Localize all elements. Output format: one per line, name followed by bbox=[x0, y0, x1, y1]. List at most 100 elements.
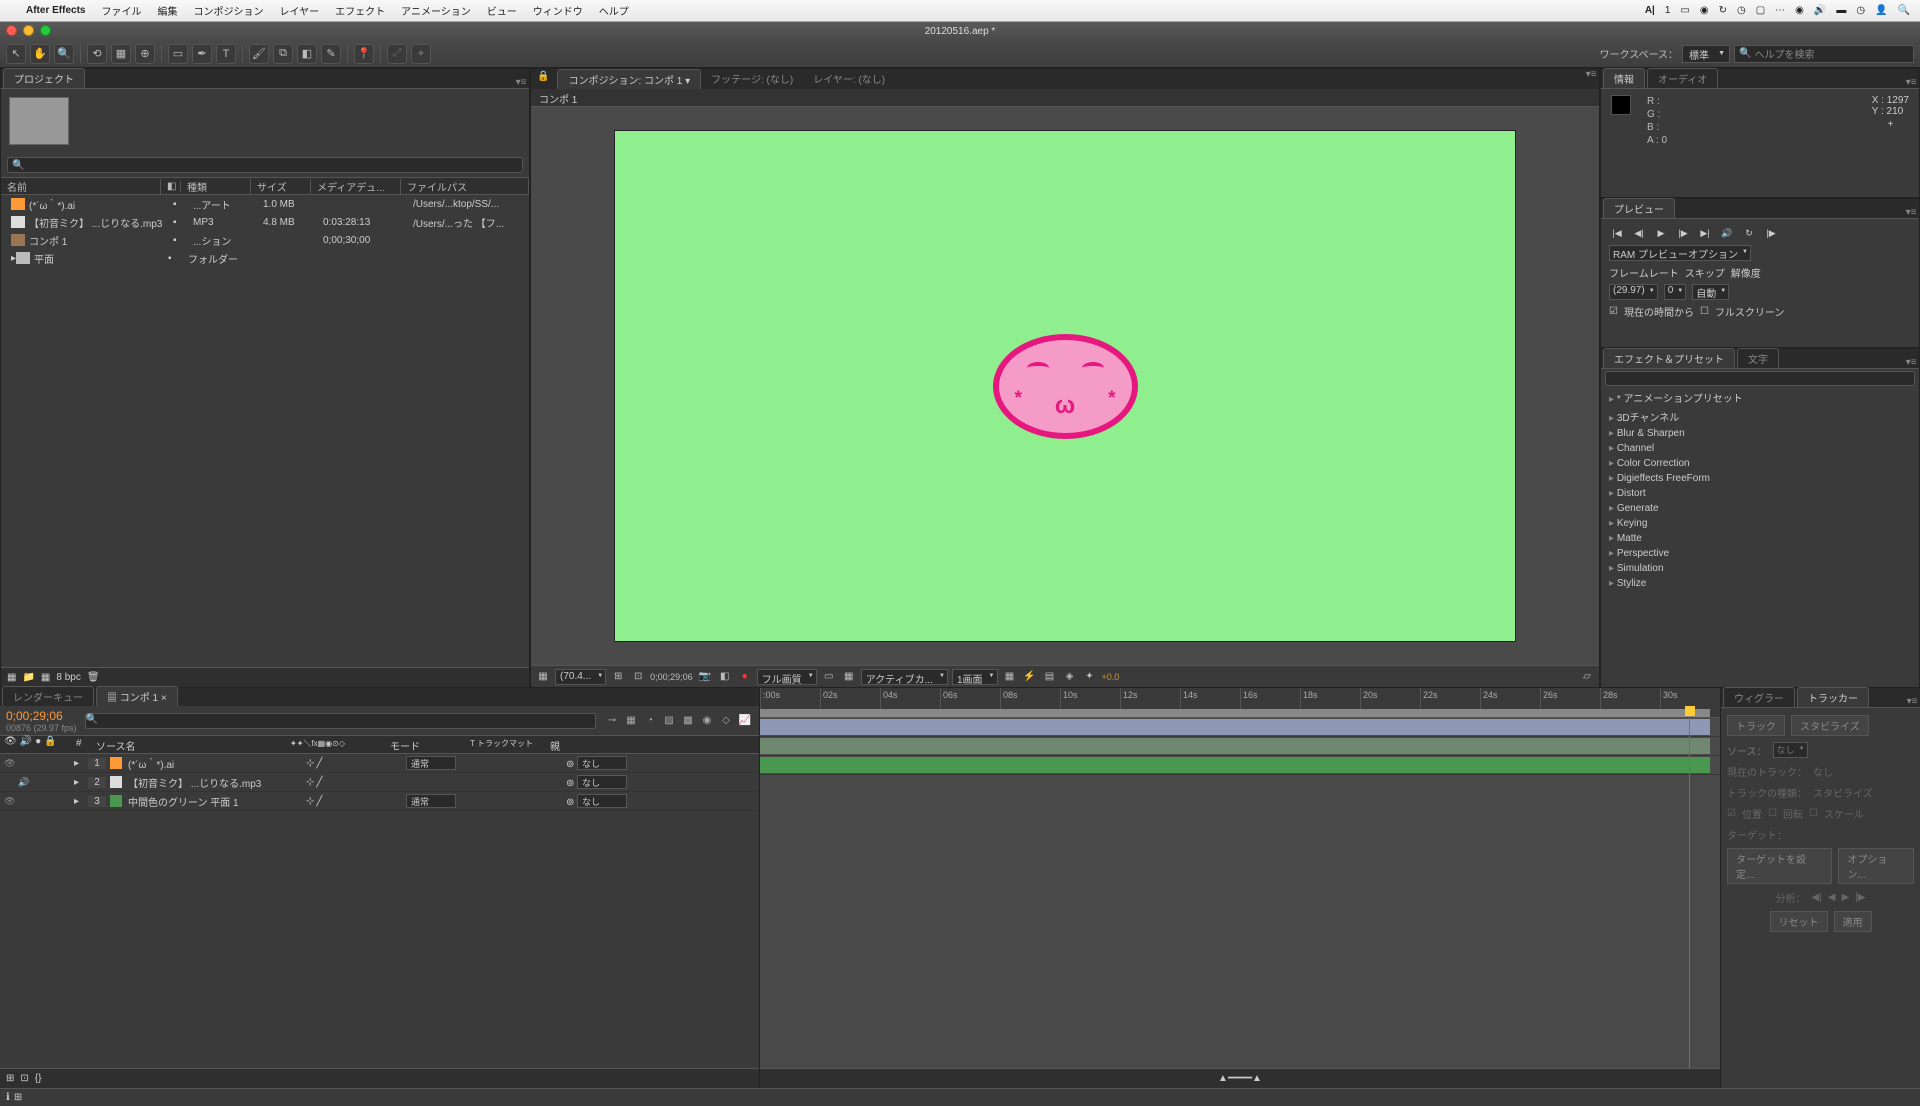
puppet-tool[interactable]: 📍 bbox=[354, 44, 374, 64]
pixel-aspect-icon[interactable]: ▦ bbox=[1002, 669, 1018, 685]
project-item[interactable]: ▸ 平面▪フォルダー bbox=[1, 249, 529, 267]
layer-bar[interactable] bbox=[760, 719, 1710, 735]
interpret-icon[interactable]: ▦ bbox=[7, 672, 16, 683]
timeline-layers[interactable]: 👁 ▸1 (*´ω｀*).ai ⊹╱ 通常 ⊚ なし 🔊 ▸2 【初音ミク】 .… bbox=[0, 754, 759, 1068]
new-comp-icon[interactable]: ▦ bbox=[41, 672, 50, 683]
project-tab[interactable]: プロジェクト bbox=[3, 68, 85, 88]
face-layer[interactable]: * * ω bbox=[993, 334, 1138, 439]
notif-badge[interactable]: 1 bbox=[1665, 5, 1671, 16]
layer-bar[interactable] bbox=[760, 738, 1710, 754]
menu-layer[interactable]: レイヤー bbox=[279, 3, 319, 18]
close-window-button[interactable] bbox=[6, 25, 17, 36]
view-select[interactable]: アクティブカ... bbox=[861, 669, 948, 685]
current-time-indicator[interactable] bbox=[1685, 706, 1695, 716]
effect-category[interactable]: Keying bbox=[1601, 516, 1919, 531]
hand-tool[interactable]: ✋ bbox=[30, 44, 50, 64]
hide-shy-icon[interactable]: ◔ bbox=[642, 713, 658, 729]
wiggler-tab[interactable]: ウィグラー bbox=[1723, 687, 1795, 707]
help-search[interactable]: 🔍ヘルプを検索 bbox=[1734, 45, 1914, 63]
clone-tool[interactable]: ⧉ bbox=[273, 44, 293, 64]
menu-file[interactable]: ファイル bbox=[101, 3, 141, 18]
auto-keyframe-icon[interactable]: ◇ bbox=[718, 713, 734, 729]
effect-category[interactable]: Blur & Sharpen bbox=[1601, 426, 1919, 441]
col-label-icon[interactable]: ◧ bbox=[161, 181, 181, 192]
col-duration[interactable]: メディアデュ... bbox=[311, 179, 401, 194]
speaker-col-icon[interactable]: 🔊 bbox=[20, 736, 32, 753]
zoom-window-button[interactable] bbox=[40, 25, 51, 36]
snapshot-icon[interactable]: 📷 bbox=[697, 669, 713, 685]
fast-draft-icon[interactable]: ⚡ bbox=[1022, 669, 1038, 685]
timeline-search[interactable]: 🔍 bbox=[85, 713, 596, 729]
roto-tool[interactable]: ✎ bbox=[321, 44, 341, 64]
resolution-select[interactable]: フル画質 bbox=[757, 669, 817, 685]
comp-mini-flowchart-icon[interactable]: ⊸ bbox=[604, 713, 620, 729]
fast-preview-icon[interactable]: ⊡ bbox=[630, 669, 646, 685]
menu-help[interactable]: ヘルプ bbox=[599, 3, 629, 18]
zoom-slider[interactable]: ▲━━━━▲ bbox=[1218, 1073, 1262, 1084]
type-tool[interactable]: T bbox=[216, 44, 236, 64]
menu-animation[interactable]: アニメーション bbox=[401, 3, 471, 18]
tracker-source-select[interactable]: なし bbox=[1773, 742, 1808, 758]
effects-search[interactable] bbox=[1605, 371, 1915, 386]
eye-col-icon[interactable]: 👁 bbox=[4, 736, 17, 753]
workspace-select[interactable]: 標準 bbox=[1682, 45, 1730, 63]
menu-composition[interactable]: コンポジション bbox=[193, 3, 263, 18]
pan-behind-tool[interactable]: ⊕ bbox=[135, 44, 155, 64]
playhead[interactable] bbox=[1689, 718, 1690, 1068]
effect-category[interactable]: Matte bbox=[1601, 531, 1919, 546]
effect-category[interactable]: Perspective bbox=[1601, 546, 1919, 561]
blend-mode-select[interactable]: 通常 bbox=[406, 794, 456, 808]
ram-options-select[interactable]: RAM プレビューオプション bbox=[1609, 245, 1751, 261]
volume-icon[interactable]: 🔊 bbox=[1814, 5, 1826, 16]
menu-window[interactable]: ウィンドウ bbox=[533, 3, 583, 18]
dots-icon[interactable]: ⋯ bbox=[1775, 5, 1785, 16]
layer-bar[interactable] bbox=[760, 757, 1710, 773]
toggle-modes-icon[interactable]: ⊡ bbox=[20, 1073, 28, 1084]
timeline-comp-tab[interactable]: ▦ コンポ 1 × bbox=[96, 686, 178, 706]
toggle-resolution-icon[interactable]: ⊞ bbox=[610, 669, 626, 685]
effect-category[interactable]: * アニメーションプリセット bbox=[1601, 388, 1919, 407]
maximize-icon[interactable]: ▱ bbox=[1579, 669, 1595, 685]
col-trkmat[interactable]: T トラックマット bbox=[468, 736, 548, 753]
lock-icon[interactable]: 🔒 bbox=[531, 69, 555, 89]
effect-category[interactable]: Color Correction bbox=[1601, 456, 1919, 471]
spotlight-icon[interactable]: 🔍 bbox=[1898, 5, 1910, 16]
draft3d-icon[interactable]: ▦ bbox=[623, 713, 639, 729]
ram-preview-button[interactable]: |▶ bbox=[1762, 226, 1780, 240]
roi-icon[interactable]: ▭ bbox=[821, 669, 837, 685]
info-icon[interactable]: ℹ bbox=[6, 1092, 10, 1103]
project-item[interactable]: (*´ω｀*).ai▪...アート1.0 MB/Users/...ktop/SS… bbox=[1, 195, 529, 213]
comp-breadcrumb[interactable]: コンポ 1 bbox=[531, 89, 1599, 107]
project-search[interactable]: 🔍 bbox=[7, 157, 523, 173]
panel-menu-icon[interactable]: ▾≡ bbox=[1904, 696, 1920, 707]
time-icon[interactable]: ◷ bbox=[1856, 5, 1865, 16]
rotation-tool[interactable]: ⟲ bbox=[87, 44, 107, 64]
render-queue-tab[interactable]: レンダーキュー bbox=[2, 686, 94, 706]
play-button[interactable]: ▶ bbox=[1652, 226, 1670, 240]
last-frame-button[interactable]: ▶| bbox=[1696, 226, 1714, 240]
col-parent[interactable]: 親 bbox=[548, 736, 638, 753]
rect-tool[interactable]: ▭ bbox=[168, 44, 188, 64]
info-tab[interactable]: 情報 bbox=[1603, 68, 1645, 88]
delete-icon[interactable]: 🗑 bbox=[87, 672, 100, 683]
panel-menu-icon[interactable]: ▾≡ bbox=[1903, 207, 1919, 218]
wifi2-icon[interactable]: ◉ bbox=[1795, 5, 1804, 16]
current-time[interactable]: 0;00;29;06 bbox=[650, 672, 693, 682]
effect-category[interactable]: Channel bbox=[1601, 441, 1919, 456]
motion-blur-icon[interactable]: ▩ bbox=[680, 713, 696, 729]
col-type[interactable]: 種類 bbox=[181, 179, 251, 194]
menu-view[interactable]: ビュー bbox=[487, 3, 517, 18]
effect-category[interactable]: Distort bbox=[1601, 486, 1919, 501]
col-mode[interactable]: モード bbox=[388, 736, 468, 753]
panel-menu-icon[interactable]: ▾≡ bbox=[1583, 69, 1599, 89]
preview-res-select[interactable]: 自動 bbox=[1692, 284, 1729, 300]
parent-select[interactable]: なし bbox=[577, 794, 627, 808]
col-path[interactable]: ファイルパス bbox=[401, 179, 529, 194]
sync-icon[interactable]: ↻ bbox=[1719, 5, 1727, 16]
col-size[interactable]: サイズ bbox=[251, 179, 311, 194]
fullscreen-checkbox[interactable]: ☐ bbox=[1700, 306, 1709, 317]
show-channel-icon[interactable]: ◧ bbox=[717, 669, 733, 685]
effect-category[interactable]: Generate bbox=[1601, 501, 1919, 516]
battery-icon[interactable]: ▭ bbox=[1680, 5, 1689, 16]
always-preview-icon[interactable]: ▦ bbox=[535, 669, 551, 685]
